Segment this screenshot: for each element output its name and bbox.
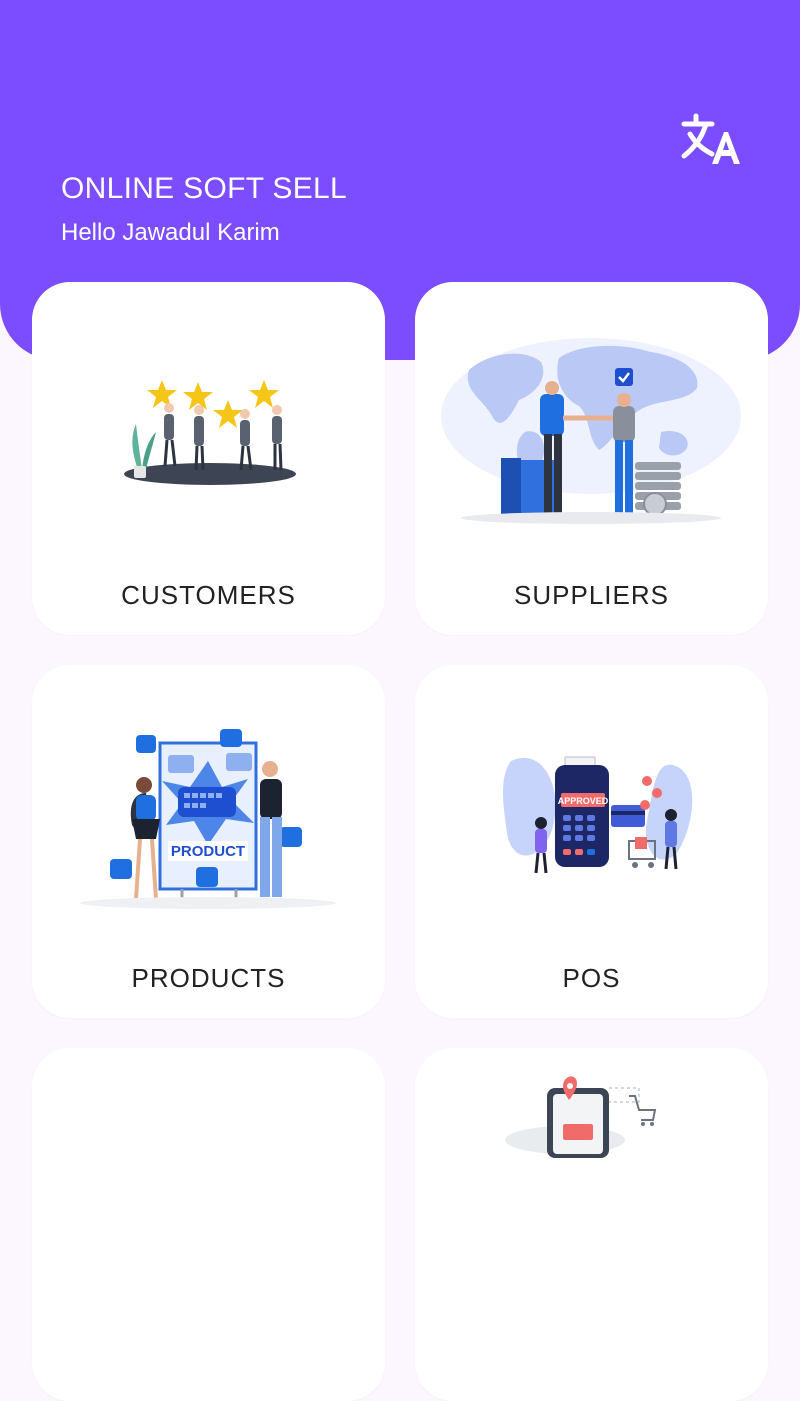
menu-card-6[interactable] <box>415 1048 768 1401</box>
customers-illustration <box>124 380 296 485</box>
app-title: ONLINE SOFT SELL <box>61 172 348 205</box>
products-illustration: PRODUCT <box>80 729 336 909</box>
translate-button[interactable] <box>676 110 742 170</box>
suppliers-label: SUPPLIERS <box>514 580 669 610</box>
menu-card-5[interactable] <box>32 1048 385 1401</box>
pos-card[interactable]: APPROVED POS <box>415 665 768 1018</box>
svg-text:PRODUCT: PRODUCT <box>171 843 245 860</box>
pos-label: POS <box>562 963 621 993</box>
greeting-text: Hello Jawadul Karim <box>61 219 280 246</box>
suppliers-card[interactable]: SUPPLIERS <box>415 282 768 635</box>
customers-label: CUSTOMERS <box>121 580 296 610</box>
products-label: PRODUCTS <box>131 963 286 993</box>
translate-icon <box>681 113 740 164</box>
suppliers-illustration <box>441 338 741 524</box>
delivery-illustration <box>505 1076 657 1158</box>
pos-illustration: APPROVED <box>503 756 693 874</box>
products-card[interactable]: PRODUCT PRODUCTS <box>32 665 385 1018</box>
svg-text:APPROVED: APPROVED <box>558 796 609 806</box>
customers-card[interactable]: CUSTOMERS <box>32 282 385 635</box>
